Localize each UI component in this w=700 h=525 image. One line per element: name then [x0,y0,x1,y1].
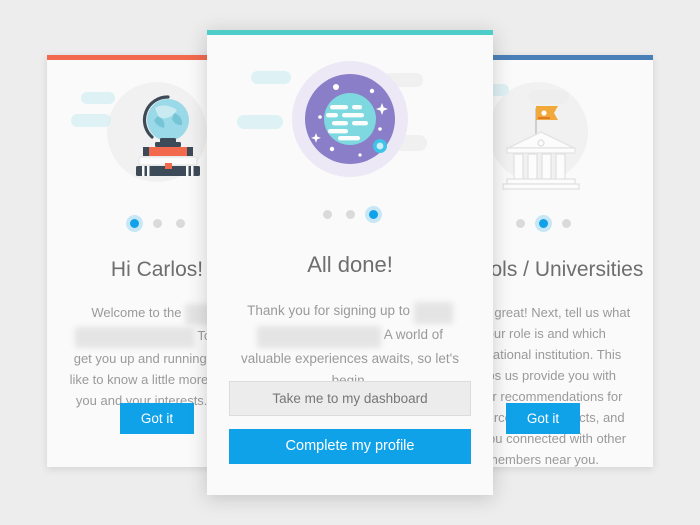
planet-globe-icon [292,61,408,177]
card-body-center: Thank you for signing up to Global Educa… [241,302,459,388]
onboarding-card-all-done[interactable]: All done! Thank you for signing up to Gl… [207,30,493,495]
carousel-dot-1[interactable] [322,209,332,219]
center-card-actions: Take me to my dashboard Complete my prof… [229,381,471,464]
take-me-to-dashboard-button[interactable]: Take me to my dashboard [229,381,471,416]
carousel-dot-3[interactable] [368,209,378,219]
university-building-icon [502,106,580,190]
carousel-dot-3[interactable] [175,218,185,228]
onboarding-card-stack: Hi Carlos! Welcome to the Global Educati… [0,0,700,525]
complete-my-profile-button[interactable]: Complete my profile [229,429,471,464]
carousel-dot-1[interactable] [515,218,525,228]
carousel-dot-2[interactable] [345,209,355,219]
redacted-brand-name: Education Exchange [74,327,194,349]
carousel-dots-center[interactable] [207,201,493,227]
carousel-dot-1[interactable] [129,218,139,228]
card-accent-bar-center [207,30,493,35]
carousel-dot-2[interactable] [152,218,162,228]
redacted-brand-name: Education Exchange [256,325,381,348]
got-it-button-right[interactable]: Got it [506,403,580,434]
carousel-dot-3[interactable] [561,218,571,228]
got-it-button-left[interactable]: Got it [120,403,194,434]
illustration-planet-globe [207,41,493,201]
redacted-brand-name: Global [413,302,453,324]
card-title-center: All done! [307,252,393,277]
carousel-dot-2[interactable] [538,218,548,228]
